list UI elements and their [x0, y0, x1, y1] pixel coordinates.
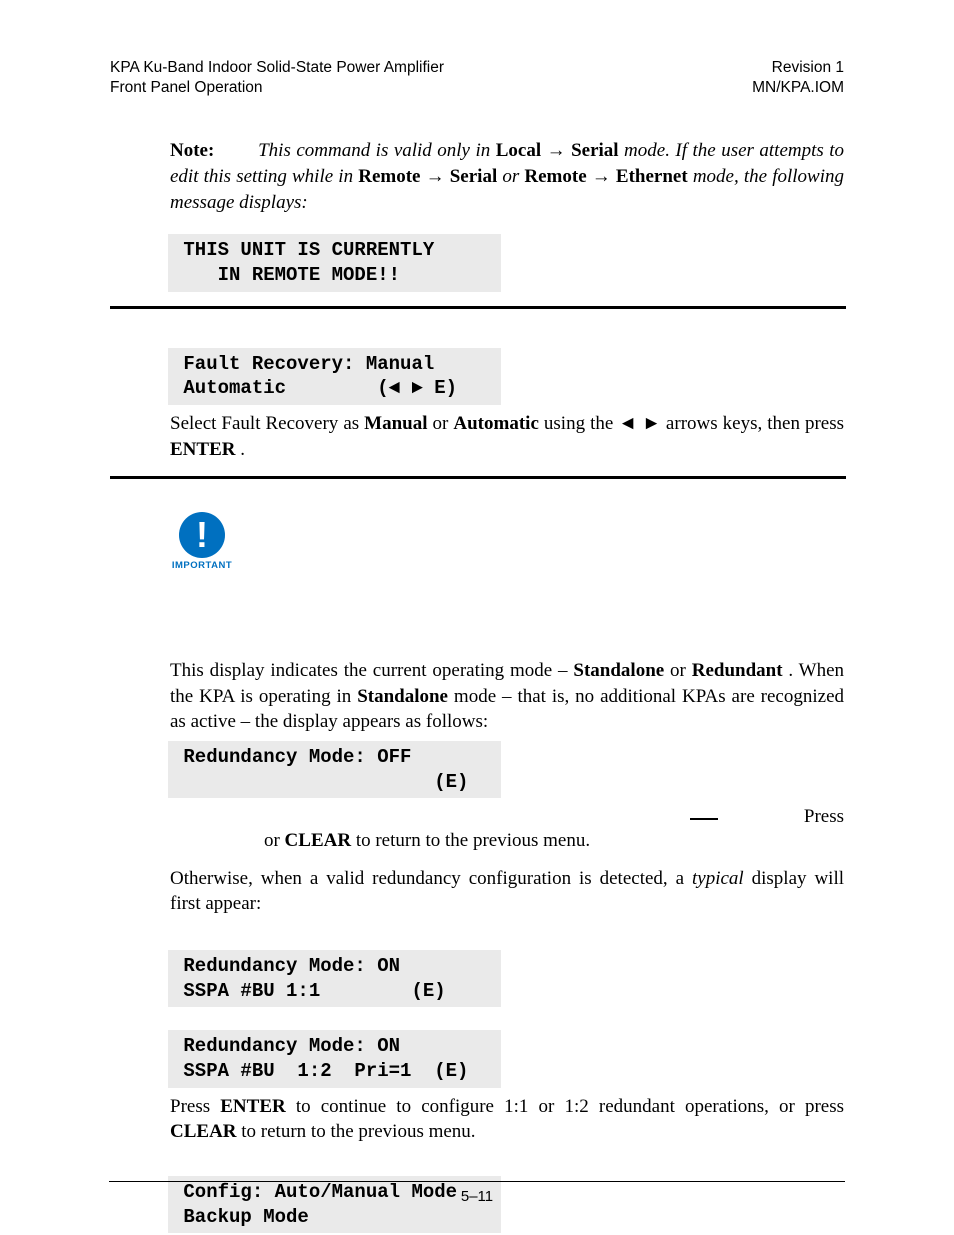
- note-remote: Note: This command is valid only in Loca…: [170, 138, 844, 215]
- header-left: KPA Ku-Band Indoor Solid-State Power Amp…: [110, 58, 444, 98]
- arrow-icon: →: [592, 166, 611, 187]
- page-number: 5–11: [0, 1181, 954, 1205]
- heading-fault-recovery: 5.3.2.1.5 (CONFIG:) Amp → Fault Recovery: [110, 319, 844, 320]
- header-right: Revision 1 MN/KPA.IOM: [752, 58, 844, 98]
- fault-recovery-text: Select Fault Recovery as Manual or Autom…: [170, 411, 844, 462]
- heading-12: 1:2 Redundancy display example:: [170, 1013, 844, 1014]
- important-icon: ! IMPORTANT: [166, 512, 238, 573]
- lcd-fault-recovery: Fault Recovery: Manual Automatic (◄ ► E): [168, 348, 501, 405]
- divider: [110, 476, 846, 479]
- doc-title: KPA Ku-Band Indoor Solid-State Power Amp…: [110, 58, 444, 78]
- readonly-note: This display is read-only and there are …: [170, 804, 844, 830]
- exclamation-icon: !: [179, 512, 225, 558]
- heading-11: 1:1 Redundancy display example:: [170, 921, 844, 922]
- page: KPA Ku-Band Indoor Solid-State Power Amp…: [0, 0, 954, 1235]
- heading-redundancy: 5.3.2.2 CONFIG: Redundancy: [110, 483, 844, 484]
- redundancy-intro: This display indicates the current opera…: [170, 658, 844, 735]
- divider: [110, 306, 846, 309]
- readonly-note2: ENTER or CLEAR to return to the previous…: [170, 828, 844, 854]
- lcd-redundancy-11: Redundancy Mode: ON SSPA #BU 1:1 (E): [168, 950, 501, 1007]
- heading-config: 5.3.2.2.1 CONFIG: Redundancy → Redundanc…: [110, 1151, 844, 1152]
- content: Note: This command is valid only in Loca…: [170, 138, 844, 1233]
- header: KPA Ku-Band Indoor Solid-State Power Amp…: [110, 58, 844, 98]
- underline-icon: [690, 818, 718, 820]
- revision: Revision 1: [752, 58, 844, 78]
- note-label: Note:: [170, 140, 220, 161]
- doc-section: Front Panel Operation: [110, 78, 444, 98]
- otherwise-text: Otherwise, when a valid redundancy confi…: [170, 866, 844, 917]
- lcd-remote-mode: THIS UNIT IS CURRENTLY IN REMOTE MODE!!: [168, 234, 501, 291]
- arrow-icon: →: [426, 166, 445, 187]
- lcd-redundancy-12: Redundancy Mode: ON SSPA #BU 1:2 Pri=1 (…: [168, 1030, 501, 1087]
- lcd-redundancy-off: Redundancy Mode: OFF (E): [168, 741, 501, 798]
- doc-code: MN/KPA.IOM: [752, 78, 844, 98]
- important-label: IMPORTANT: [166, 560, 238, 573]
- important-text: See Appendix A. REDUNDANCY SYSTEM ASSEMB…: [170, 577, 844, 578]
- press-continue: Press ENTER to continue to configure 1:1…: [170, 1094, 844, 1145]
- arrow-icon: →: [547, 140, 566, 161]
